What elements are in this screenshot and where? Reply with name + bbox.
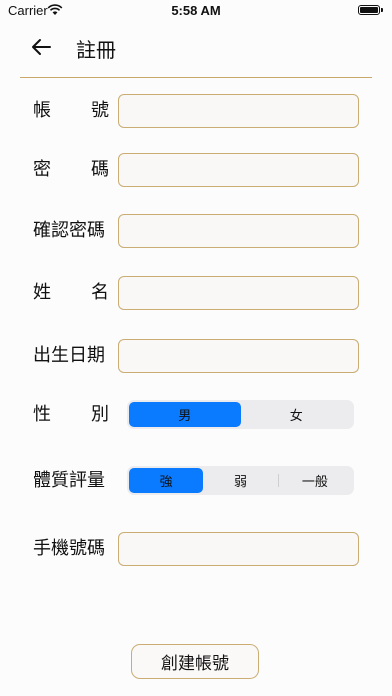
birthday-label: 出生日期 [33,345,105,366]
constitution-option-normal[interactable]: 一般 [277,468,352,493]
phone-input[interactable] [118,532,359,566]
constitution-option-strong[interactable]: 強 [129,468,204,493]
account-input[interactable] [118,94,359,128]
constitution-option-weak[interactable]: 弱 [203,468,277,493]
status-bar: Carrier 5:58 AM [0,0,392,22]
account-label: 帳號 [33,100,109,121]
nav-bar: 註冊 [0,22,392,78]
name-label: 姓名 [33,282,109,303]
password-input[interactable] [118,153,359,187]
arrow-left-icon[interactable] [30,36,52,58]
gender-option-male[interactable]: 男 [129,402,241,427]
create-account-button[interactable]: 創建帳號 [131,644,259,679]
confirm-password-label: 確認密碼 [33,220,105,241]
password-label: 密碼 [33,159,109,180]
gender-segmented-control: 男 女 [127,400,354,429]
name-input[interactable] [118,276,359,310]
phone-label: 手機號碼 [33,538,105,559]
clock: 5:58 AM [171,3,221,18]
constitution-label: 體質評量 [33,470,105,491]
birthday-input[interactable] [118,339,359,373]
gender-option-female[interactable]: 女 [241,402,353,427]
battery-icon [358,5,383,15]
gender-label: 性別 [33,404,109,425]
confirm-password-input[interactable] [118,214,359,248]
header-divider [20,77,372,78]
constitution-segmented-control: 強 弱 一般 [127,466,354,495]
page-title: 註冊 [76,38,116,62]
